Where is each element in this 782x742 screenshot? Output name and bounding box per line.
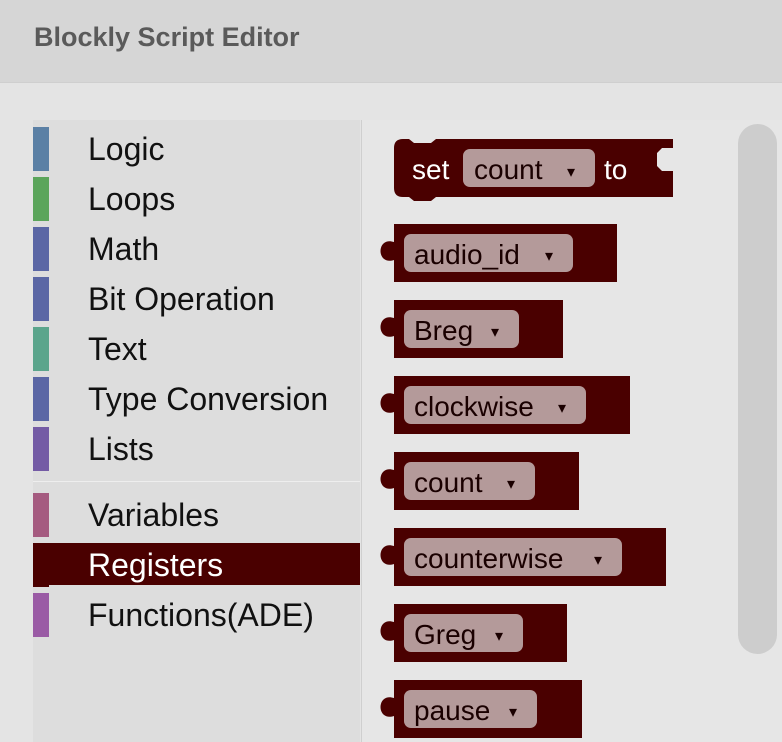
category-functions-ade[interactable]: Functions(ADE) — [33, 593, 360, 637]
category-color-swatch — [33, 543, 49, 587]
chevron-down-icon: ▾ — [545, 246, 553, 265]
category-color-swatch — [33, 427, 49, 471]
chevron-down-icon: ▾ — [495, 626, 503, 645]
category-color-swatch — [33, 593, 49, 637]
register-variable-block[interactable]: count ▾ — [380, 452, 580, 510]
category-label: Lists — [88, 431, 154, 467]
category-variables[interactable]: Variables — [33, 493, 360, 537]
category-lists[interactable]: Lists — [33, 427, 360, 471]
category-color-swatch — [33, 177, 49, 221]
category-label: Loops — [88, 181, 176, 217]
register-variable-block[interactable]: Greg ▾ — [380, 604, 568, 662]
register-variable-name: Breg — [414, 315, 473, 346]
register-variable-name: count — [414, 467, 483, 498]
category-color-swatch — [33, 127, 49, 171]
chevron-down-icon: ▾ — [594, 550, 602, 569]
register-variable-name: pause — [414, 695, 490, 726]
chevron-down-icon: ▾ — [491, 322, 499, 341]
set-variable-name: count — [474, 154, 543, 185]
toolbox: Logic Loops Math Bit Operation Text Type… — [33, 120, 360, 742]
register-variable-block[interactable]: clockwise ▾ — [380, 376, 631, 434]
chevron-down-icon: ▾ — [507, 474, 515, 493]
category-type-conversion[interactable]: Type Conversion — [33, 377, 360, 421]
register-variable-name: clockwise — [414, 391, 534, 422]
chevron-down-icon: ▾ — [509, 702, 517, 721]
category-logic[interactable]: Logic — [33, 127, 360, 171]
category-math[interactable]: Math — [33, 227, 360, 271]
category-label: Text — [88, 331, 147, 367]
category-label: Math — [88, 231, 160, 267]
title-bar: Blockly Script Editor — [0, 0, 782, 83]
category-bit-operation[interactable]: Bit Operation — [33, 277, 360, 321]
category-label: Variables — [88, 497, 220, 533]
register-variable-block[interactable]: pause ▾ — [380, 680, 583, 738]
register-variable-name: audio_id — [414, 239, 520, 270]
chevron-down-icon: ▾ — [567, 162, 575, 181]
flyout-blocks: set count ▾ to audio_id ▾Breg ▾clockwise ▾c… — [380, 139, 673, 738]
category-label: Bit Operation — [88, 281, 275, 317]
category-color-swatch — [33, 227, 49, 271]
category-color-swatch — [33, 377, 49, 421]
toolbox-separator — [33, 481, 360, 482]
category-color-swatch — [33, 277, 49, 321]
set-connector-label: to — [604, 154, 627, 185]
register-variable-name: counterwise — [414, 543, 563, 574]
set-keyword: set — [412, 154, 450, 185]
category-loops[interactable]: Loops — [33, 177, 360, 221]
window-title: Blockly Script Editor — [34, 22, 300, 52]
category-color-swatch — [33, 327, 49, 371]
set-variable-block[interactable]: set count ▾ to — [394, 139, 673, 201]
flyout-scrollbar[interactable] — [738, 124, 777, 654]
register-variable-name: Greg — [414, 619, 476, 650]
category-text[interactable]: Text — [33, 327, 360, 371]
register-variable-block[interactable]: audio_id ▾ — [380, 224, 618, 282]
category-label: Logic — [88, 131, 165, 167]
register-variable-block[interactable]: counterwise ▾ — [380, 528, 667, 586]
register-variable-block[interactable]: Breg ▾ — [380, 300, 564, 358]
category-color-swatch — [33, 493, 49, 537]
chevron-down-icon: ▾ — [558, 398, 566, 417]
category-registers[interactable]: Registers — [33, 543, 360, 587]
category-label: Functions(ADE) — [88, 597, 314, 633]
category-label: Registers — [88, 547, 224, 583]
category-label: Type Conversion — [88, 381, 329, 417]
